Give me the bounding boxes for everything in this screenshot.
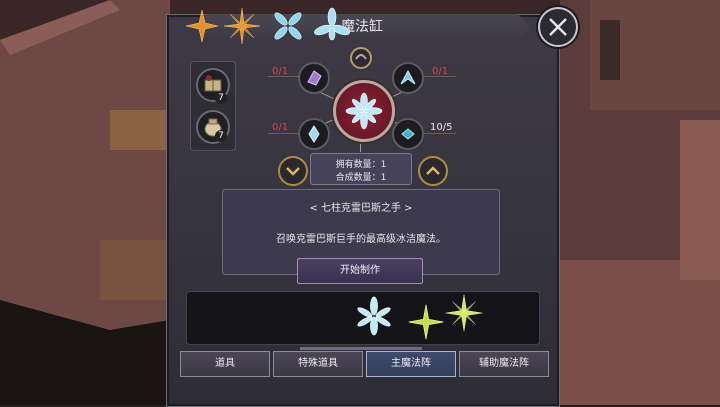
tab-support-magic-circle[interactable]: 辅助魔法阵	[459, 351, 549, 377]
material-count-3: 0/1	[272, 122, 289, 133]
teal-gem-icon	[401, 128, 415, 140]
fire-cross-spell-icon[interactable]	[222, 6, 262, 46]
quantity-box: 拥有数量：1 合成数量：1	[310, 153, 412, 185]
material-slot-4[interactable]	[392, 118, 424, 150]
recipe-description: 召唤克雷巴斯巨手的最高级冰洁魔法。	[276, 234, 446, 245]
close-icon	[549, 18, 567, 36]
material-slot-2[interactable]	[392, 62, 424, 94]
ice-crystal-result-icon	[345, 92, 383, 130]
quantity-increase-button[interactable]	[418, 156, 448, 186]
fire-star-spell-icon[interactable]	[182, 6, 222, 46]
recipe-name: < 七柱克雷巴斯之手 >	[309, 203, 413, 214]
cauldron-top-ornament-icon	[350, 47, 372, 69]
wind-spark-spell-icon[interactable]	[406, 302, 446, 342]
tab-main-magic-circle[interactable]: 主魔法阵	[366, 351, 456, 377]
material-slot-3[interactable]	[298, 118, 330, 150]
material-count-2: 0/1	[432, 66, 449, 77]
quantity-decrease-button[interactable]	[278, 156, 308, 186]
recipe-result-slot[interactable]	[333, 80, 395, 142]
connector-line	[420, 133, 456, 134]
owned-quantity: 拥有数量：1	[335, 160, 387, 170]
tab-indicator	[300, 347, 422, 350]
chevron-down-icon	[286, 167, 300, 176]
material-count-1: 0/1	[272, 66, 289, 77]
wind-star-spell-icon[interactable]	[444, 293, 484, 333]
craft-quantity: 合成数量：1	[335, 173, 387, 183]
ingredient-count-2: 7	[215, 130, 227, 142]
material-count-4: 10/5	[430, 122, 453, 133]
ice-lotus-spell-icon[interactable]	[312, 6, 352, 46]
material-slot-1[interactable]	[298, 62, 330, 94]
tab-items[interactable]: 道具	[180, 351, 270, 377]
purple-crystal-icon	[307, 70, 322, 86]
ingredient-count-1: 7	[215, 92, 227, 104]
ice-crystal-spell-icon[interactable]	[354, 296, 394, 336]
start-crafting-button[interactable]: 开始制作	[297, 258, 423, 284]
close-button[interactable]	[538, 7, 578, 47]
blue-wing-icon	[400, 69, 416, 85]
ice-shard-icon	[308, 125, 320, 143]
tab-special-items[interactable]: 特殊道具	[273, 351, 363, 377]
ice-flower-spell-icon[interactable]	[268, 6, 308, 46]
chevron-up-icon	[426, 166, 440, 175]
